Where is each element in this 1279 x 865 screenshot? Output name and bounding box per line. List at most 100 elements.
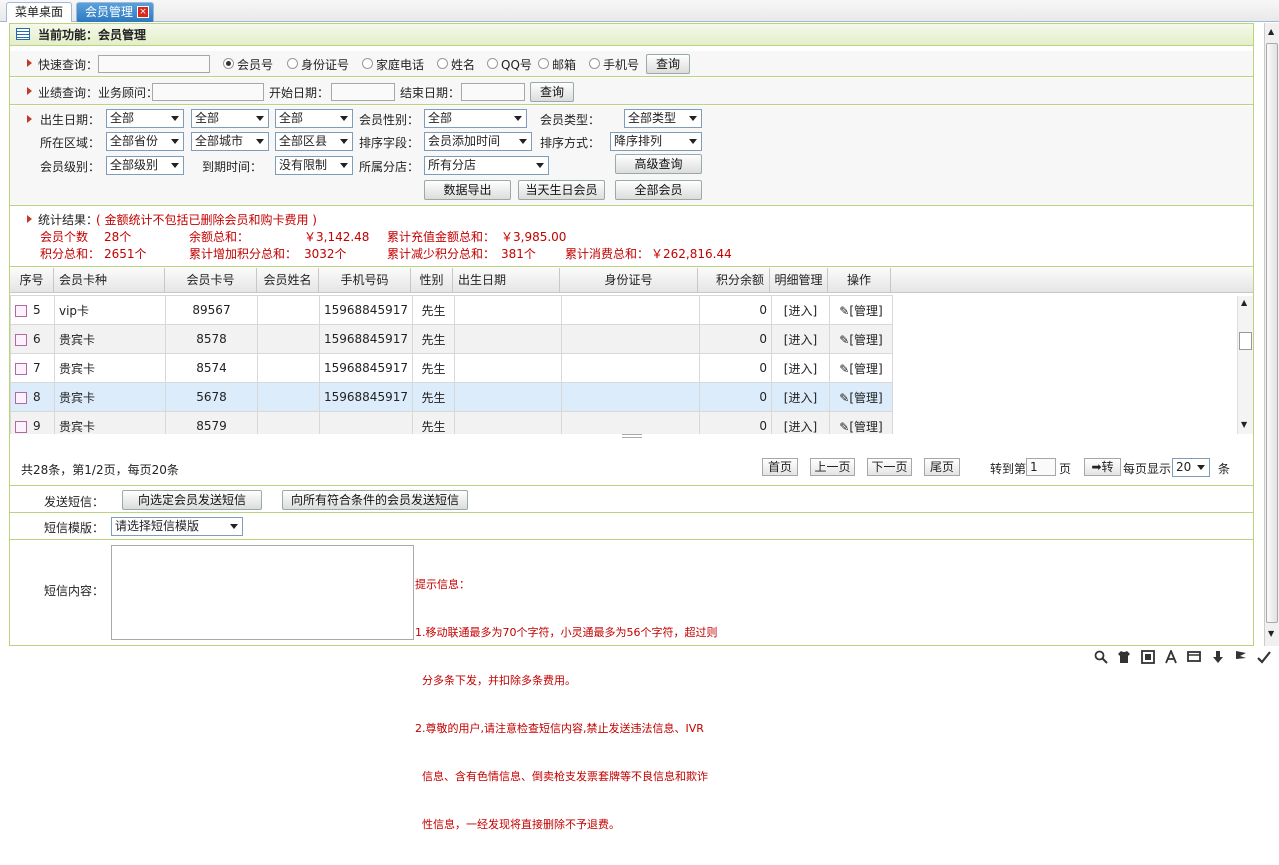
col-header[interactable]: 手机号码 <box>319 268 411 293</box>
scroll-thumb[interactable] <box>1266 43 1278 623</box>
col-header[interactable]: 积分余额 <box>698 268 770 293</box>
manage-link[interactable]: [管理] <box>849 362 882 376</box>
export-button[interactable]: 数据导出 <box>424 180 511 200</box>
screen-icon[interactable] <box>1187 650 1201 664</box>
chevron-down-icon <box>167 110 183 127</box>
manage-link[interactable]: [管理] <box>849 420 882 434</box>
manage-link[interactable]: [管理] <box>849 304 882 318</box>
row-checkbox[interactable] <box>15 333 27 346</box>
scroll-up-icon[interactable]: ▲ <box>1268 27 1274 36</box>
member-type-select[interactable]: 全部类型 <box>624 109 702 128</box>
birthday-members-button[interactable]: 当天生日会员 <box>518 180 605 200</box>
radio-qq[interactable] <box>487 58 498 69</box>
col-header[interactable]: 性别 <box>411 268 453 293</box>
scroll-down-icon[interactable]: ▼ <box>1241 420 1247 429</box>
detail-link[interactable]: [进入] <box>770 324 830 354</box>
col-header[interactable]: 明细管理 <box>770 268 828 293</box>
perf-search-button[interactable]: 查询 <box>530 82 574 102</box>
col-header[interactable]: 会员卡种 <box>54 268 165 293</box>
manage-link[interactable]: [管理] <box>849 333 882 347</box>
col-header[interactable]: 会员卡号 <box>165 268 257 293</box>
next-page-button[interactable]: 下一页 <box>867 458 912 476</box>
window-icon[interactable] <box>1141 650 1155 664</box>
radio-email[interactable] <box>538 58 549 69</box>
detail-link[interactable]: [进入] <box>770 382 830 412</box>
detail-link[interactable]: [进入] <box>770 353 830 383</box>
district-select[interactable]: 全部区县 <box>275 132 353 151</box>
scroll-down-icon[interactable]: ▼ <box>1268 629 1274 638</box>
font-icon[interactable] <box>1164 650 1178 664</box>
page-scrollbar[interactable]: ▲ ▼ <box>1264 23 1279 646</box>
prev-page-button[interactable]: 上一页 <box>810 458 855 476</box>
row-checkbox[interactable] <box>15 391 27 404</box>
radio-member-no[interactable] <box>223 58 234 69</box>
check-icon[interactable] <box>1257 650 1271 664</box>
send-selected-button[interactable]: 向选定会员发送短信 <box>122 490 262 510</box>
sms-content-textarea[interactable] <box>111 545 414 640</box>
col-header[interactable]: 出生日期 <box>453 268 560 293</box>
radio-home-phone[interactable] <box>362 58 373 69</box>
col-header[interactable]: 会员姓名 <box>257 268 319 293</box>
goto-page-input[interactable]: 1 <box>1026 458 1056 476</box>
sort-order-select[interactable]: 降序排列 <box>610 132 702 151</box>
table-scrollbar[interactable]: ▲ ▼ <box>1237 296 1253 434</box>
detail-link[interactable]: [进入] <box>770 411 830 434</box>
scroll-up-icon[interactable]: ▲ <box>1241 298 1247 307</box>
province-select[interactable]: 全部省份 <box>106 132 184 151</box>
table-row-highlighted[interactable]: 8 贵宾卡 5678 15968845917 先生 0 [进入] ✎[管理] <box>10 382 893 412</box>
quick-search-input[interactable] <box>98 55 210 73</box>
start-date-input[interactable] <box>331 83 395 101</box>
radio-id-card[interactable] <box>287 58 298 69</box>
send-all-button[interactable]: 向所有符合条件的会员发送短信 <box>282 490 468 510</box>
tab-label: 会员管理 <box>85 5 134 19</box>
table-row[interactable]: 6 贵宾卡 8578 15968845917 先生 0 [进入] ✎[管理] <box>10 324 893 354</box>
close-icon[interactable]: × <box>137 6 149 18</box>
row-checkbox[interactable] <box>15 362 27 375</box>
table-row[interactable]: 7 贵宾卡 8574 15968845917 先生 0 [进入] ✎[管理] <box>10 353 893 383</box>
level-select[interactable]: 全部级别 <box>106 156 184 175</box>
advanced-search-button[interactable]: 高级查询 <box>615 154 702 174</box>
tab-member-management[interactable]: 会员管理 × <box>76 2 154 22</box>
manage-link[interactable]: [管理] <box>849 391 882 405</box>
all-members-button[interactable]: 全部会员 <box>615 180 702 200</box>
flag-icon[interactable] <box>1234 650 1248 664</box>
table-icon <box>16 28 30 40</box>
cell <box>560 411 700 434</box>
arrow-icon <box>27 215 32 223</box>
table-row[interactable]: 9 贵宾卡 8579 先生 0 [进入] ✎[管理] <box>10 411 893 434</box>
radio-name[interactable] <box>437 58 448 69</box>
scroll-thumb[interactable] <box>1239 332 1252 350</box>
sort-field-select[interactable]: 会员添加时间 <box>424 132 532 151</box>
zoom-icon[interactable] <box>1094 650 1108 664</box>
advisor-input[interactable] <box>152 83 264 101</box>
last-page-button[interactable]: 尾页 <box>924 458 960 476</box>
go-button[interactable]: ➡转 <box>1084 458 1121 476</box>
birth-year-select[interactable]: 全部 <box>106 109 184 128</box>
branch-select[interactable]: 所有分店 <box>424 156 549 175</box>
birth-day-select[interactable]: 全部 <box>275 109 353 128</box>
col-header[interactable]: 身份证号 <box>560 268 698 293</box>
download-icon[interactable] <box>1211 650 1225 664</box>
tab-menu-desktop[interactable]: 菜单桌面 <box>6 2 72 22</box>
gender-select[interactable]: 全部 <box>424 109 527 128</box>
col-header[interactable]: 序号 <box>10 268 54 293</box>
radio-mobile[interactable] <box>589 58 600 69</box>
first-page-button[interactable]: 首页 <box>762 458 798 476</box>
row-checkbox[interactable] <box>15 420 27 433</box>
col-header[interactable]: 操作 <box>828 268 891 293</box>
resize-grip-icon[interactable] <box>622 434 642 438</box>
sms-template-row: 短信模版： 请选择短信模版 <box>10 514 1253 540</box>
quick-search-button[interactable]: 查询 <box>646 54 690 74</box>
detail-link[interactable]: [进入] <box>770 295 830 325</box>
page-title-bar: 当前功能：会员管理 <box>10 24 1253 46</box>
row-checkbox[interactable] <box>15 304 27 317</box>
expire-select[interactable]: 没有限制 <box>275 156 353 175</box>
sms-template-select[interactable]: 请选择短信模版 <box>111 517 243 536</box>
shirt-icon[interactable] <box>1117 650 1131 664</box>
end-date-input[interactable] <box>461 83 525 101</box>
city-select[interactable]: 全部城市 <box>191 132 269 151</box>
table-row[interactable]: 5 vip卡 89567 15968845917 先生 0 [进入] ✎[管理] <box>10 295 893 325</box>
stat-label: 累计增加积分总和： <box>189 247 298 261</box>
birth-month-select[interactable]: 全部 <box>191 109 269 128</box>
per-page-select[interactable]: 20 <box>1172 458 1210 477</box>
